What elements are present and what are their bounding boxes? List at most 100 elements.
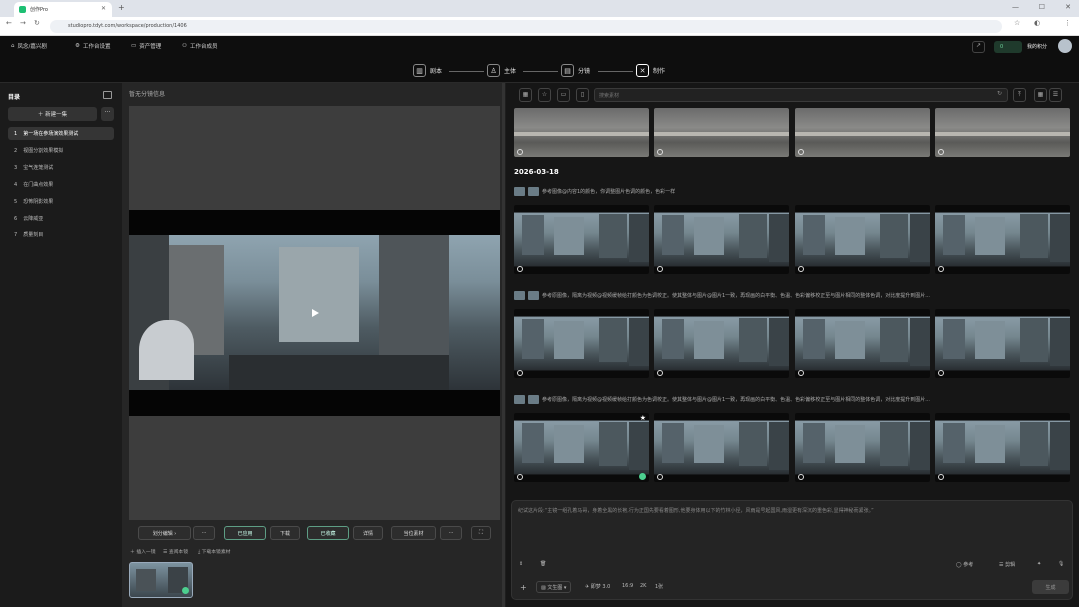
check-icon — [182, 587, 189, 594]
new-episode-button[interactable]: ＋ 新建一集 — [8, 107, 97, 121]
calendar-icon[interactable]: ▦ — [519, 88, 532, 102]
app-header: ⌂ 凤念/嘉兴剧 ⚙ 工作台设置 ▭ 资产管理 ⚇ 工作台成员 ↗ 0 我的积分 — [0, 36, 1079, 58]
url-field[interactable]: studiopro.tdyt.com/workspace/production/… — [50, 20, 1002, 33]
download-shot-link[interactable]: ⤓ 下载本镜素材 — [198, 548, 230, 555]
points-label[interactable]: 我的积分 — [1027, 43, 1047, 50]
episode-item[interactable]: 3 宝气连笼测试 — [8, 161, 114, 174]
step-storyboard[interactable]: ▤ 分镜 — [561, 64, 590, 77]
star-icon[interactable]: ☆ — [1014, 19, 1020, 27]
episode-number: 2 — [14, 147, 18, 154]
episode-item[interactable]: 1 第一场在参场演效果测试 — [8, 127, 114, 140]
splitter[interactable] — [502, 83, 505, 607]
episode-number: 5 — [14, 198, 18, 205]
episode-title: 在门曲点效果 — [23, 181, 54, 188]
asset-thumbnail[interactable] — [935, 413, 1070, 482]
model-select[interactable]: ✈ 即梦 3.0 — [585, 583, 610, 590]
star-filter-icon[interactable]: ☆ — [538, 88, 551, 102]
mic-icon[interactable]: 🎙 — [1058, 561, 1064, 567]
nav-members[interactable]: ⚇ 工作台成员 — [182, 42, 217, 50]
episode-item[interactable]: 5 恐怖阴影效果 — [8, 195, 114, 208]
more-button[interactable]: ··· — [193, 526, 215, 540]
grid-view-icon[interactable]: ▦ — [1034, 88, 1047, 102]
favorited-button[interactable]: 已收藏 — [307, 526, 349, 540]
back-icon[interactable]: ← — [6, 19, 12, 27]
document-icon[interactable]: ▯ — [576, 88, 589, 102]
asset-thumbnail[interactable] — [514, 205, 649, 274]
asset-thumbnail[interactable] — [654, 413, 789, 482]
close-window-icon[interactable]: ✕ — [1065, 3, 1071, 11]
more-button[interactable]: ··· — [440, 526, 462, 540]
asset-search-input[interactable]: 搜索素材 — [594, 88, 1008, 102]
minimize-icon[interactable]: — — [1012, 3, 1019, 11]
button-label: 参考 — [963, 562, 974, 568]
tools-icon: ✕ — [636, 64, 649, 77]
nav-workspace-settings[interactable]: ⚙ 工作台设置 — [75, 42, 110, 50]
forward-icon[interactable]: → — [20, 19, 26, 27]
expand-icon[interactable]: ⇕ — [519, 561, 523, 567]
more-button[interactable]: ··· — [101, 107, 114, 121]
details-button[interactable]: 详情 — [353, 526, 383, 540]
step-production[interactable]: ✕ 制作 — [636, 64, 665, 77]
asset-thumbnail[interactable] — [654, 309, 789, 378]
view-shot-link[interactable]: ☰ 查阅本镜 — [163, 548, 188, 555]
generate-button[interactable]: 生成 — [1032, 580, 1069, 594]
episode-item[interactable]: 2 视图分割效果模拟 — [8, 144, 114, 157]
reload-icon[interactable]: ↻ — [34, 19, 40, 27]
download-button[interactable]: 下载 — [270, 526, 300, 540]
asset-thumbnail[interactable] — [935, 108, 1070, 157]
locate-asset-button[interactable]: 当位素材 — [391, 526, 436, 540]
magic-icon[interactable]: ✦ — [1037, 561, 1041, 567]
count-select[interactable]: 1张 — [655, 583, 663, 590]
step-subject[interactable]: ♙ 主体 — [487, 64, 516, 77]
asset-thumbnail[interactable] — [654, 205, 789, 274]
maximize-icon[interactable]: ☐ — [1039, 3, 1045, 11]
asset-thumbnail[interactable] — [795, 108, 930, 157]
step-script[interactable]: ▥ 剧本 — [413, 64, 442, 77]
asset-thumbnail[interactable] — [795, 309, 930, 378]
upload-icon[interactable]: ⤒ — [1013, 88, 1026, 102]
asset-thumbnail[interactable] — [514, 108, 649, 157]
step-label: 分镜 — [578, 68, 591, 75]
shot-thumbnail[interactable] — [129, 562, 193, 598]
fullscreen-icon[interactable]: ⛶ — [471, 526, 491, 540]
home-logo[interactable]: ⌂ 凤念/嘉兴剧 — [11, 42, 47, 50]
mode-select[interactable]: ▨ 文生图 ▾ — [536, 581, 572, 593]
close-tab-icon[interactable]: ✕ — [101, 5, 106, 12]
folder-filter-icon[interactable]: ▭ — [557, 88, 570, 102]
asset-thumbnail[interactable] — [795, 205, 930, 274]
asset-thumbnail[interactable] — [795, 413, 930, 482]
prompt-textarea[interactable]: 纪试这片段:“主镜一组孔着马哥，身着全黑的长袍,行为正国先要看着图形,他要身体用… — [518, 507, 1058, 514]
new-tab-icon[interactable]: + — [118, 3, 125, 12]
episode-item[interactable]: 7 质量刻目 — [8, 228, 114, 241]
extension-icon[interactable]: ◐ — [1034, 19, 1040, 27]
share-icon[interactable]: ↗ — [972, 41, 985, 53]
add-icon[interactable]: + — [520, 583, 527, 592]
refresh-icon[interactable]: ↻ — [997, 90, 1002, 97]
edit-button[interactable]: ☰ 剪辑 — [999, 561, 1015, 568]
asset-thumbnail[interactable] — [935, 205, 1070, 274]
ratio-select[interactable]: 16:9 — [622, 583, 633, 589]
asset-thumbnail[interactable] — [514, 309, 649, 378]
avatar[interactable] — [1058, 39, 1072, 53]
scene-building — [910, 318, 930, 366]
nav-asset-management[interactable]: ▭ 资产管理 — [131, 42, 161, 50]
asset-thumbnail[interactable]: ★ — [514, 413, 649, 482]
list-view-icon[interactable]: ☰ — [1049, 88, 1062, 102]
play-icon[interactable] — [312, 309, 319, 317]
trash-icon[interactable]: 🗑 — [540, 561, 546, 567]
reference-button[interactable]: ◯ 参考 — [956, 561, 973, 568]
address-bar: ← → ↻ studiopro.tdyt.com/workspace/produ… — [0, 17, 1079, 36]
applied-button[interactable]: 已应用 — [224, 526, 266, 540]
collapse-sidebar-icon[interactable] — [103, 91, 112, 99]
episode-item[interactable]: 6 云降威亚 — [8, 212, 114, 225]
browser-tab[interactable]: 创作Pro ✕ — [14, 2, 112, 17]
asset-thumbnail[interactable] — [935, 309, 1070, 378]
resolution-select[interactable]: 2K — [640, 583, 646, 589]
split-edit-button[interactable]: 划分编辑 › — [138, 526, 191, 540]
asset-thumbnail[interactable] — [654, 108, 789, 157]
button-label: ··· — [448, 530, 454, 536]
favorite-star-icon[interactable]: ★ — [640, 414, 646, 422]
episode-item[interactable]: 4 在门曲点效果 — [8, 178, 114, 191]
insert-shot-link[interactable]: ＋ 插入一镜 — [130, 548, 156, 555]
menu-icon[interactable]: ⋮ — [1064, 19, 1071, 27]
